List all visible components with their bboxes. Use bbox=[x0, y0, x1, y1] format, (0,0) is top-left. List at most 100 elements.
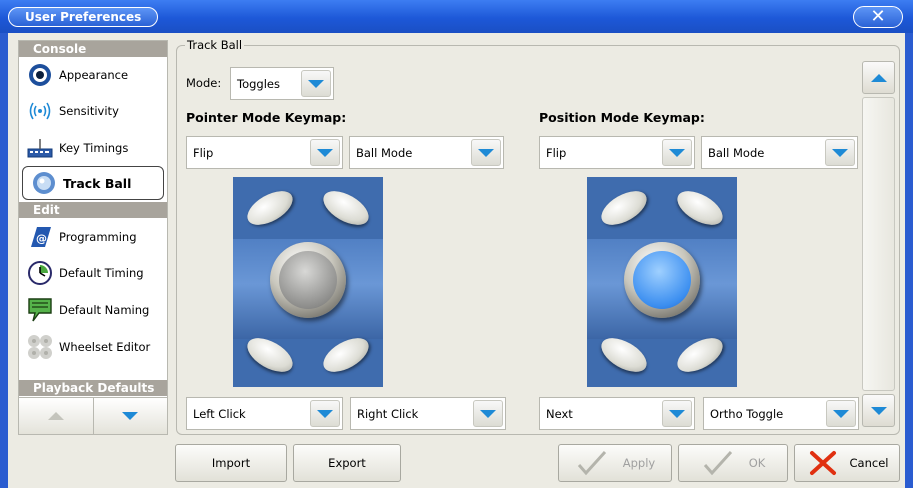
pointer-bottom-right-select[interactable]: Right Click bbox=[350, 397, 506, 430]
position-top-right-select[interactable]: Ball Mode bbox=[701, 136, 858, 169]
position-top-left-select[interactable]: Flip bbox=[539, 136, 695, 169]
trackball-button-top-left bbox=[241, 184, 299, 232]
chevron-down-icon bbox=[478, 148, 494, 157]
sidebar-scroll-buttons bbox=[18, 397, 168, 435]
sidebar-item-label: Key Timings bbox=[59, 141, 129, 155]
dropdown-button[interactable] bbox=[662, 400, 692, 427]
export-button[interactable]: Export bbox=[293, 444, 401, 482]
trackball-ball bbox=[633, 251, 691, 309]
svg-text:@: @ bbox=[36, 232, 47, 245]
mode-label: Mode: bbox=[186, 76, 222, 90]
sidebar-item-wheelset-editor[interactable]: Wheelset Editor bbox=[19, 330, 167, 364]
user-preferences-window: User Preferences ✕ Console Appearance Se… bbox=[0, 0, 913, 488]
chevron-down-icon bbox=[669, 409, 685, 418]
panel-scrollbar[interactable] bbox=[862, 61, 895, 433]
button-label: Cancel bbox=[849, 456, 889, 470]
clock-icon bbox=[27, 260, 53, 286]
position-bottom-right-select[interactable]: Ortho Toggle bbox=[703, 397, 859, 430]
section-header-edit: Edit bbox=[19, 202, 167, 218]
sidebar-item-programming[interactable]: @ Programming bbox=[19, 220, 167, 254]
chevron-up-icon bbox=[870, 73, 887, 82]
scroll-down-button[interactable] bbox=[862, 394, 895, 427]
title-bar: User Preferences ✕ bbox=[0, 0, 913, 33]
wheelset-icon bbox=[27, 334, 53, 360]
dropdown-button[interactable] bbox=[471, 139, 501, 166]
sidebar-item-label: Sensitivity bbox=[59, 104, 119, 118]
button-label: OK bbox=[748, 456, 766, 470]
sidebar-item-track-ball[interactable]: Track Ball bbox=[22, 166, 164, 200]
dropdown-button[interactable] bbox=[310, 139, 340, 166]
trackball-ring bbox=[270, 242, 346, 318]
pointer-bottom-left-select[interactable]: Left Click bbox=[186, 397, 343, 430]
close-button[interactable]: ✕ bbox=[853, 6, 903, 28]
section-header-playback-defaults: Playback Defaults bbox=[19, 380, 167, 396]
sidebar-item-label: Programming bbox=[59, 230, 137, 244]
mode-select[interactable]: Toggles bbox=[230, 67, 334, 100]
pointer-trackball-image bbox=[233, 177, 383, 387]
keyboard-icon bbox=[27, 135, 53, 161]
select-value: Ball Mode bbox=[356, 145, 413, 160]
programming-icon: @ bbox=[27, 224, 53, 250]
button-label: Export bbox=[328, 456, 366, 470]
sidebar-item-label: Appearance bbox=[59, 68, 129, 82]
speech-bubble-icon bbox=[27, 297, 53, 323]
checkmark-icon bbox=[701, 448, 735, 478]
trackball-ball bbox=[279, 251, 337, 309]
chevron-down-icon bbox=[317, 148, 333, 157]
chevron-down-icon bbox=[308, 79, 324, 88]
signal-waves-icon bbox=[27, 98, 53, 124]
track-ball-group: Track Ball Mode: Toggles Pointer Mode Ke… bbox=[176, 38, 900, 435]
chevron-down-icon bbox=[480, 409, 496, 418]
dropdown-button[interactable] bbox=[310, 400, 340, 427]
scroll-up-button[interactable] bbox=[862, 61, 895, 94]
mode-dropdown-button[interactable] bbox=[301, 70, 331, 97]
cancel-button[interactable]: Cancel bbox=[794, 444, 900, 482]
sidebar-item-appearance[interactable]: Appearance bbox=[19, 58, 167, 92]
trackball-icon bbox=[31, 170, 57, 196]
chevron-down-icon bbox=[122, 412, 139, 420]
select-value: Right Click bbox=[357, 406, 419, 421]
scroll-track[interactable] bbox=[862, 97, 895, 391]
pointer-top-right-select[interactable]: Ball Mode bbox=[349, 136, 504, 169]
chevron-down-icon bbox=[669, 148, 685, 157]
checkmark-icon bbox=[575, 448, 609, 478]
sidebar-item-label: Default Naming bbox=[59, 303, 150, 317]
red-x-icon bbox=[806, 448, 840, 478]
section-header-console: Console bbox=[19, 41, 167, 57]
select-value: Left Click bbox=[193, 406, 246, 421]
button-label: Apply bbox=[622, 456, 656, 470]
sidebar-item-default-timing[interactable]: Default Timing bbox=[19, 256, 167, 290]
trackball-ring bbox=[624, 242, 700, 318]
sidebar-item-label: Wheelset Editor bbox=[59, 340, 151, 354]
preferences-sidebar: Console Appearance Sensitivity Key Timin… bbox=[18, 40, 168, 435]
chevron-up-icon bbox=[47, 412, 64, 420]
apply-button[interactable]: Apply bbox=[558, 444, 672, 482]
sidebar-item-label: Default Timing bbox=[59, 266, 144, 280]
sidebar-scroll-down-button[interactable] bbox=[93, 398, 167, 434]
position-bottom-left-select[interactable]: Next bbox=[539, 397, 695, 430]
sidebar-item-sensitivity[interactable]: Sensitivity bbox=[19, 94, 167, 128]
dropdown-button[interactable] bbox=[662, 139, 692, 166]
select-value: Flip bbox=[193, 145, 214, 160]
import-button[interactable]: Import bbox=[175, 444, 287, 482]
ok-button[interactable]: OK bbox=[678, 444, 788, 482]
trackball-button-top-right bbox=[317, 184, 375, 232]
trackball-button-top-left bbox=[595, 184, 653, 232]
dropdown-button[interactable] bbox=[826, 400, 856, 427]
eye-icon bbox=[27, 62, 53, 88]
sidebar-item-label: Track Ball bbox=[63, 175, 132, 191]
select-value: Ball Mode bbox=[708, 145, 765, 160]
sidebar-item-default-naming[interactable]: Default Naming bbox=[19, 293, 167, 327]
client-area: Console Appearance Sensitivity Key Timin… bbox=[8, 33, 905, 488]
select-value: Next bbox=[546, 406, 573, 421]
sidebar-item-key-timings[interactable]: Key Timings bbox=[19, 131, 167, 165]
chevron-down-icon bbox=[870, 406, 887, 415]
sidebar-scroll-up-button[interactable] bbox=[19, 398, 94, 434]
select-value: Ortho Toggle bbox=[710, 406, 784, 421]
button-label: Import bbox=[211, 456, 251, 470]
pointer-top-left-select[interactable]: Flip bbox=[186, 136, 343, 169]
dropdown-button[interactable] bbox=[473, 400, 503, 427]
dropdown-button[interactable] bbox=[825, 139, 855, 166]
position-trackball-image bbox=[587, 177, 737, 387]
window-title: User Preferences bbox=[8, 7, 159, 27]
